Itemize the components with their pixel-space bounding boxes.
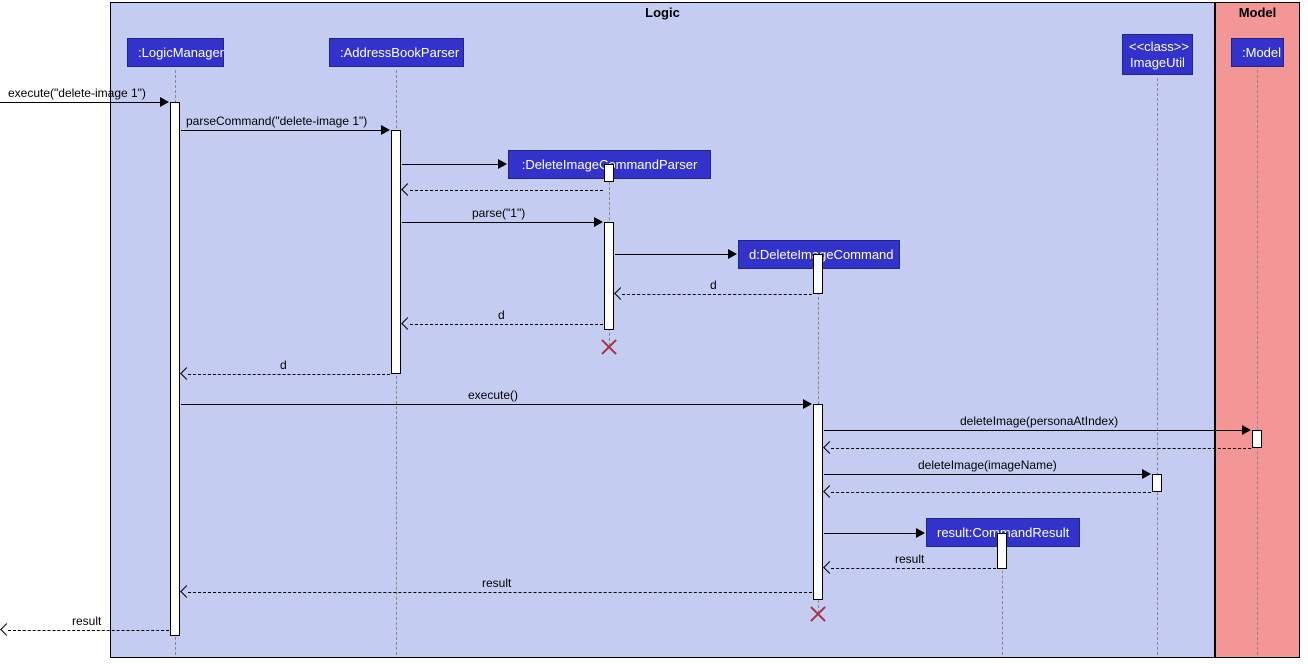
msg-deleteimage-persona: deleteImage(personaAtIndex) — [960, 414, 1118, 428]
participant-logicmanager: :LogicManager — [127, 38, 224, 67]
lifeline-model — [1257, 70, 1258, 655]
arrow-m7 — [181, 404, 805, 405]
sequence-diagram: Logic Model :LogicManager :AddressBookPa… — [0, 0, 1308, 664]
msg-return-d-2: d — [498, 308, 505, 322]
arrowhead-m1 — [160, 97, 169, 107]
arrow-m5 — [410, 324, 603, 325]
arrowhead-create-cr — [916, 528, 925, 538]
arrow-m12 — [8, 630, 169, 631]
arrowhead-m9 — [1142, 469, 1151, 479]
msg-parsecommand: parseCommand("delete-image 1") — [186, 114, 367, 128]
activation-imageutil — [1152, 474, 1162, 492]
arrowhead-create-dic — [728, 249, 737, 259]
msg-return-result-1: result — [895, 552, 924, 566]
msg-deleteimage-name: deleteImage(imageName) — [918, 458, 1057, 472]
arrow-m9 — [824, 474, 1144, 475]
msg-parse: parse("1") — [472, 206, 525, 220]
msg-execute-delete-image: execute("delete-image 1") — [8, 86, 146, 100]
msg-execute: execute() — [468, 388, 518, 402]
arrowhead-m7 — [803, 399, 812, 409]
activation-dicp-2 — [604, 222, 614, 330]
frame-model-label: Model — [1216, 5, 1299, 20]
arrow-m6 — [188, 374, 390, 375]
participant-addressbookparser: :AddressBookParser — [329, 38, 464, 67]
destroy-deleteimagecommandparser — [599, 336, 619, 356]
arrow-m10 — [831, 568, 996, 569]
arrow-m4 — [622, 294, 812, 295]
arrowhead-m3 — [594, 217, 603, 227]
arrowhead-m8 — [1242, 425, 1251, 435]
arrow-create-dic — [615, 254, 730, 255]
activation-addressbookparser — [391, 130, 401, 374]
frame-logic: Logic — [110, 2, 1215, 658]
arrowhead-create-dicp — [498, 159, 507, 169]
activation-dic-1 — [813, 254, 823, 294]
arrow-m8 — [824, 430, 1244, 431]
activation-logicmanager — [170, 102, 180, 636]
arrow-m9r — [831, 492, 1151, 493]
arrow-m8r — [831, 448, 1251, 449]
participant-model: :Model — [1231, 38, 1284, 67]
imageutil-name: ImageUtil — [1130, 55, 1185, 70]
frame-logic-label: Logic — [111, 5, 1214, 20]
msg-return-result-3: result — [72, 614, 101, 628]
arrow-m1 — [0, 102, 162, 103]
arrow-return-dicp — [410, 190, 603, 191]
arrow-create-dicp — [402, 164, 500, 165]
msg-return-d-1: d — [710, 278, 717, 292]
participant-imageutil: <<class>> ImageUtil — [1122, 34, 1193, 75]
activation-commandresult — [997, 533, 1007, 569]
destroy-deleteimagecommand — [808, 603, 828, 623]
activation-dicp-1 — [604, 164, 614, 182]
arrow-create-cr — [824, 533, 918, 534]
activation-dic-2 — [813, 404, 823, 600]
msg-return-d-3: d — [280, 358, 287, 372]
arrow-m2 — [181, 130, 383, 131]
arrowhead-m2 — [381, 125, 390, 135]
activation-model — [1252, 430, 1262, 448]
arrow-m3 — [402, 222, 596, 223]
lifeline-imageutil — [1157, 78, 1158, 655]
arrow-m11 — [188, 592, 812, 593]
arrowhead-m12 — [0, 623, 13, 636]
msg-return-result-2: result — [482, 576, 511, 590]
imageutil-stereotype: <<class>> — [1129, 39, 1189, 54]
